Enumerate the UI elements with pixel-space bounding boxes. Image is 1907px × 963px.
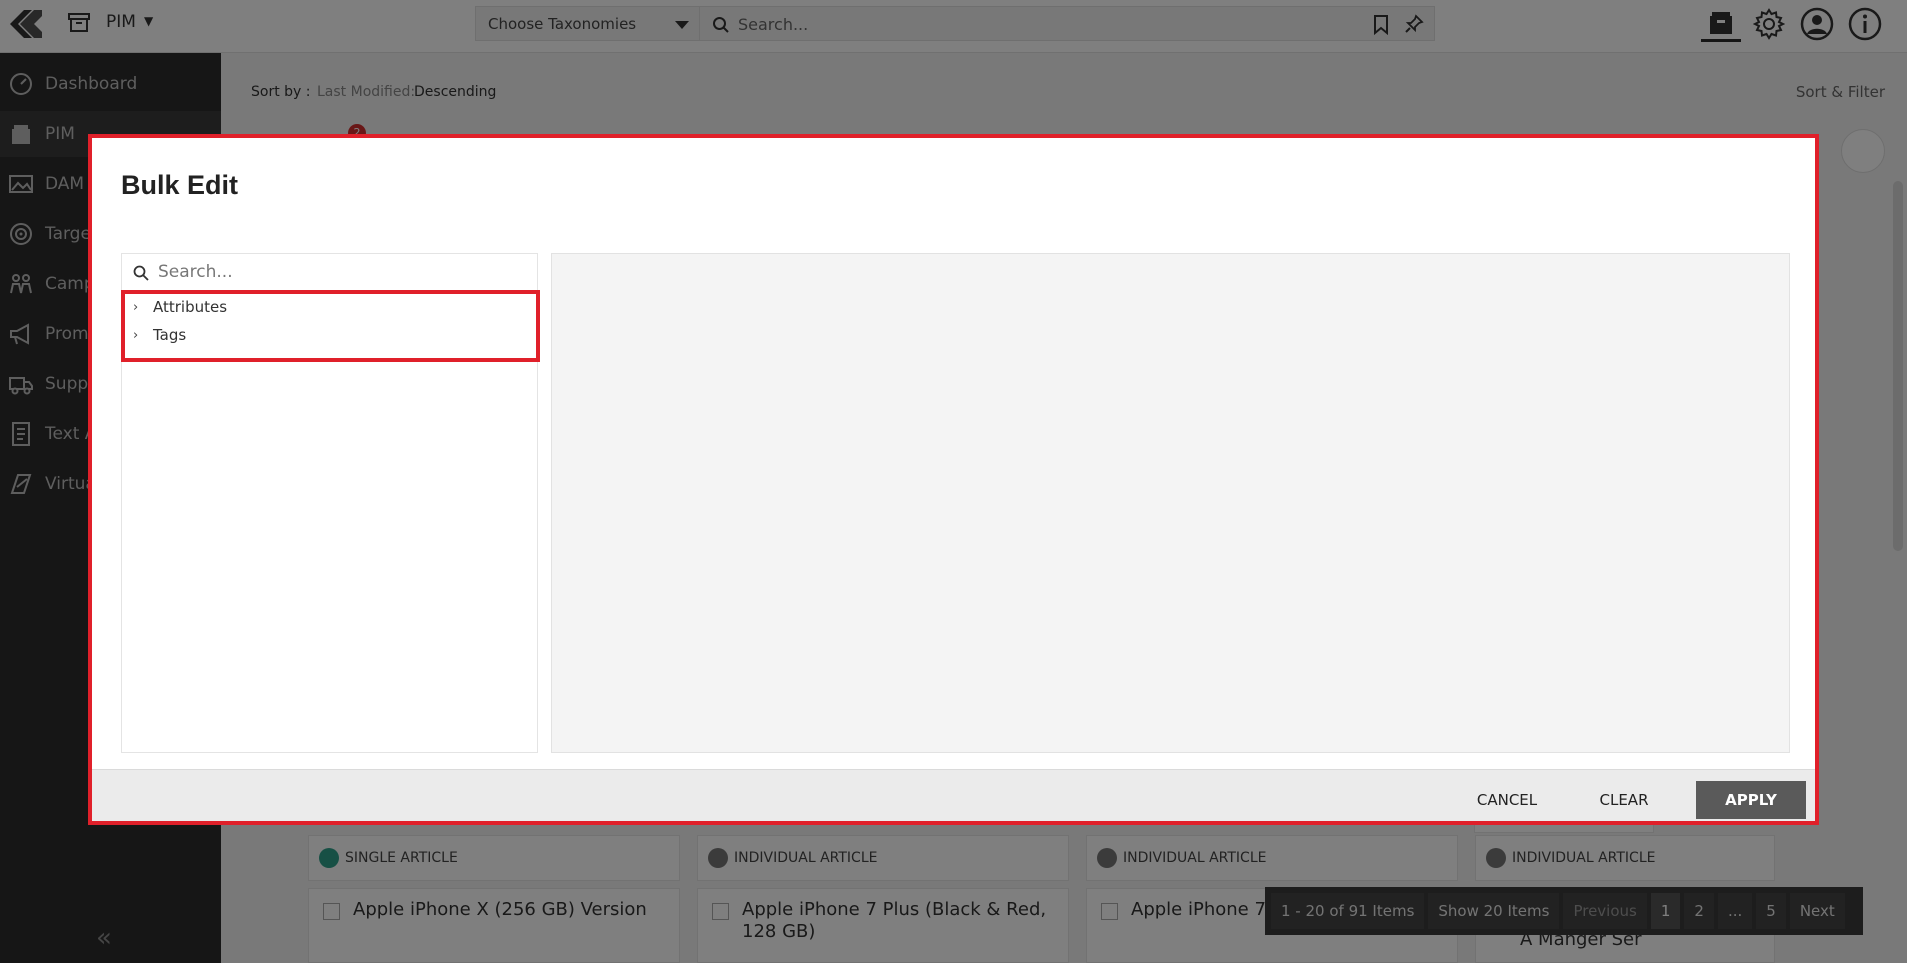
search-icon — [133, 265, 149, 281]
clear-button[interactable]: CLEAR — [1583, 781, 1665, 819]
tree-node-tags[interactable]: › Tags — [133, 322, 186, 348]
dialog-title: Bulk Edit — [121, 170, 239, 200]
tree-node-attributes[interactable]: › Attributes — [133, 294, 227, 320]
tree-node-label: Tags — [153, 326, 187, 344]
attribute-tree: › Attributes › Tags — [121, 290, 540, 362]
tree-node-label: Attributes — [153, 298, 228, 316]
apply-button[interactable]: APPLY — [1696, 781, 1806, 819]
attribute-picker-panel: › Attributes › Tags — [121, 253, 540, 753]
chevron-right-icon[interactable]: › — [133, 300, 147, 315]
chevron-right-icon[interactable]: › — [133, 328, 147, 343]
panel-search — [122, 254, 537, 290]
edit-area-panel — [551, 253, 1790, 753]
panel-search-input[interactable] — [158, 259, 518, 285]
cancel-button[interactable]: CANCEL — [1459, 781, 1555, 819]
dialog-footer: CANCEL CLEAR APPLY — [92, 769, 1815, 821]
bulk-edit-dialog: Bulk Edit › Attributes › Tags CANCEL CLE… — [88, 134, 1819, 825]
